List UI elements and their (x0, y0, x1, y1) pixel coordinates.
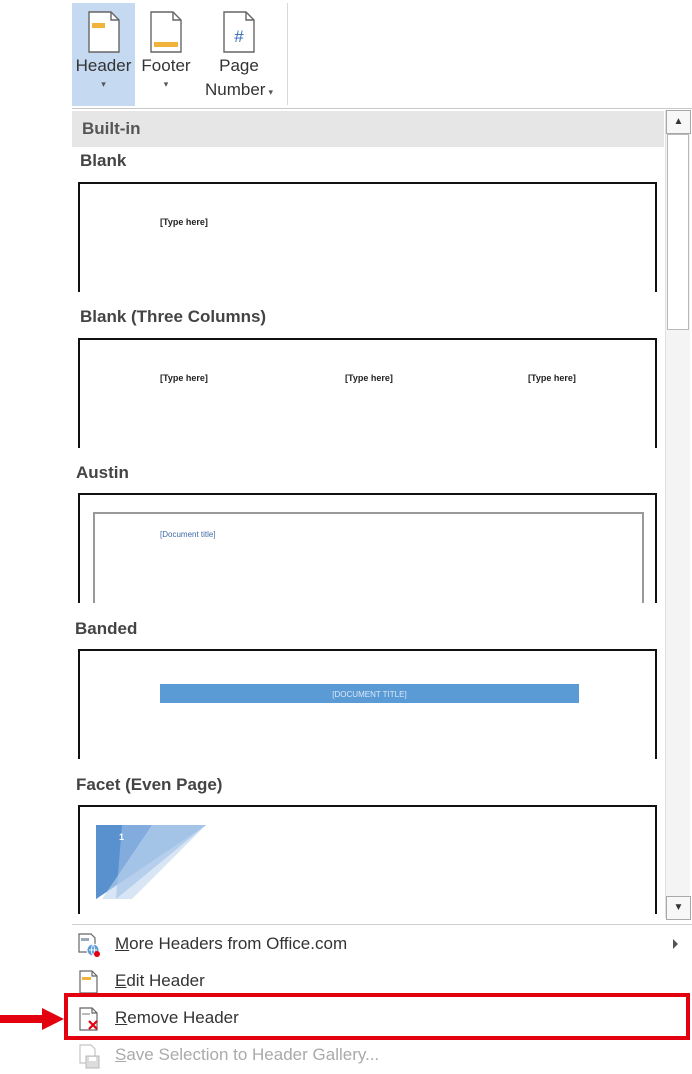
menu-item-label: Edit Header (115, 971, 205, 990)
header-button-label: Header (75, 56, 132, 75)
gallery-item-title: Facet (Even Page) (76, 775, 223, 794)
save-selection-menu-item[interactable]: Save Selection to Header Gallery... (72, 1039, 690, 1073)
page-number-label-line1: Page (219, 56, 259, 75)
page-number-label-line2: Number ▾ (205, 80, 273, 99)
gallery-item-banded[interactable]: [DOCUMENT TITLE] (78, 649, 657, 759)
menu-item-label: More Headers from Office.com (115, 934, 348, 953)
gallery-category-header: Built-in (72, 111, 664, 147)
header-button[interactable]: Header ▾ (72, 3, 135, 106)
menu-divider (72, 924, 692, 925)
placeholder-text: [Type here] (160, 217, 208, 227)
placeholder-text: [Type here] (160, 373, 208, 383)
placeholder-text: [Document title] (160, 530, 216, 539)
office-web-icon (78, 933, 100, 957)
menu-item-label: Save Selection to Header Gallery... (115, 1045, 380, 1064)
chevron-down-icon: ▾ (101, 79, 106, 89)
ribbon-divider (287, 3, 288, 105)
edit-header-icon (79, 970, 98, 994)
svg-text:#: # (234, 27, 244, 46)
gallery-scrollbar[interactable]: ▲ ▼ (665, 110, 691, 920)
chevron-down-icon: ▾ (268, 87, 273, 97)
banded-title-bar: [DOCUMENT TITLE] (160, 684, 579, 703)
gallery-item-facet-even-page[interactable]: 1 (78, 805, 657, 914)
page-number-placeholder: 1 (119, 832, 125, 842)
chevron-down-icon: ▾ (163, 79, 169, 89)
category-label: Built-in (82, 119, 141, 138)
scroll-up-arrow-icon[interactable]: ▲ (666, 110, 691, 134)
page-number-icon: # (223, 11, 255, 53)
facet-graphic (96, 825, 206, 899)
placeholder-text: [DOCUMENT TITLE] (332, 690, 407, 699)
submenu-arrow-icon (673, 939, 678, 949)
gallery-item-blank[interactable]: [Type here] (78, 182, 657, 292)
red-arrow-icon (0, 1008, 64, 1030)
scroll-thumb[interactable] (667, 134, 689, 330)
scroll-down-arrow-icon[interactable]: ▼ (666, 896, 691, 920)
gallery-item-title: Banded (75, 619, 138, 638)
footer-page-icon (150, 11, 182, 53)
footer-button[interactable]: Footer ▾ (136, 3, 196, 106)
remove-header-menu-item[interactable]: Remove Header (72, 1002, 690, 1036)
gallery-item-blank-three-columns[interactable]: [Type here] [Type here] [Type here] (78, 338, 657, 448)
page-number-button[interactable]: # Page Number ▾ (196, 3, 282, 106)
gallery-item-title: Blank (80, 151, 127, 170)
placeholder-text: [Type here] (345, 373, 393, 383)
footer-button-label: Footer (141, 56, 191, 75)
menu-item-label: Remove Header (115, 1008, 239, 1027)
header-page-icon (87, 11, 120, 53)
edit-header-menu-item[interactable]: Edit Header (72, 965, 690, 999)
austin-frame (93, 512, 644, 603)
placeholder-text: [Type here] (528, 373, 576, 383)
gallery-item-title: Blank (Three Columns) (80, 307, 267, 326)
save-selection-icon (79, 1044, 100, 1069)
more-headers-menu-item[interactable]: More Headers from Office.com (72, 928, 690, 962)
remove-header-icon (79, 1007, 98, 1031)
gallery-item-austin[interactable]: [Document title] (78, 493, 657, 603)
gallery-item-title: Austin (76, 463, 129, 482)
